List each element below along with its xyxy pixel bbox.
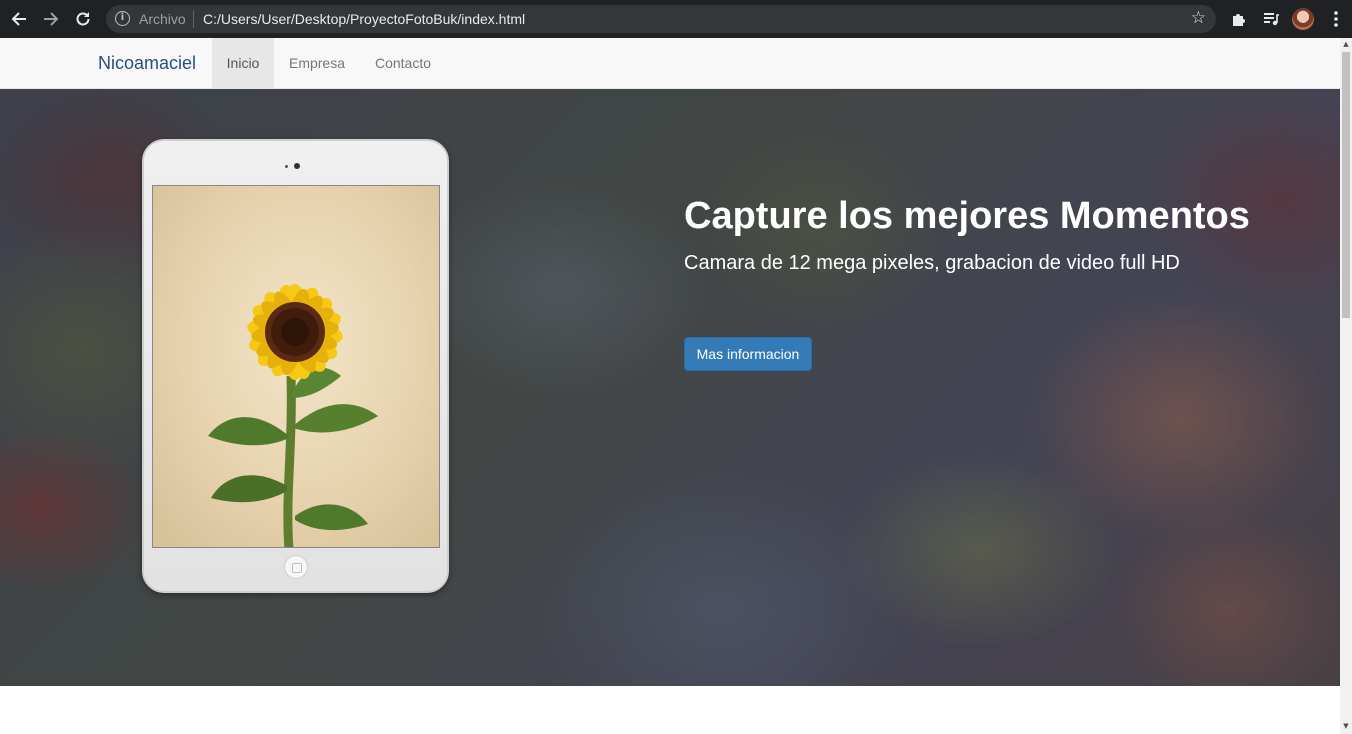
scheme-label: Archivo [139, 11, 186, 27]
url-text[interactable]: C:/Users/User/Desktop/ProyectoFotoBuk/in… [203, 11, 525, 27]
sunflower-illustration [208, 284, 378, 547]
hero-banner: Capture los mejores Momentos Camara de 1… [0, 89, 1340, 686]
puzzle-icon[interactable] [1227, 7, 1251, 31]
back-icon[interactable] [7, 7, 31, 31]
nav-item-inicio[interactable]: Inicio [212, 38, 274, 88]
nav-item-empresa[interactable]: Empresa [274, 38, 360, 88]
tablet-sensor [285, 165, 288, 168]
tablet-camera [294, 163, 300, 169]
star-icon[interactable]: ☆ [1191, 8, 1206, 28]
scroll-up-icon[interactable]: ▲ [1342, 40, 1350, 48]
page-viewport: Nicoamaciel Inicio Empresa Contacto Capt… [0, 38, 1340, 734]
nav-item-contacto[interactable]: Contacto [360, 38, 446, 88]
scroll-thumb[interactable] [1342, 52, 1350, 318]
omnibox-divider [193, 10, 194, 28]
more-info-button[interactable]: Mas informacion [684, 337, 812, 371]
hero-subtitle: Camara de 12 mega pixeles, grabacion de … [684, 252, 1180, 274]
scroll-down-icon[interactable]: ▼ [1342, 722, 1350, 730]
browser-toolbar: i Archivo C:/Users/User/Desktop/Proyecto… [0, 0, 1352, 38]
tablet-home-button [284, 555, 308, 579]
page-scrollbar[interactable]: ▲ ▼ [1340, 38, 1352, 734]
info-icon[interactable]: i [115, 11, 130, 26]
forward-icon[interactable] [39, 7, 63, 31]
navbar: Nicoamaciel Inicio Empresa Contacto [0, 38, 1340, 89]
tablet-image [142, 139, 449, 593]
profile-avatar[interactable] [1292, 8, 1314, 30]
hero-title: Capture los mejores Momentos [684, 195, 1250, 237]
sunflower-photo [152, 185, 440, 548]
kebab-menu-icon[interactable] [1324, 7, 1348, 31]
address-bar[interactable]: i Archivo C:/Users/User/Desktop/Proyecto… [106, 5, 1216, 33]
playlist-icon[interactable] [1259, 7, 1283, 31]
reload-icon[interactable] [71, 7, 95, 31]
navbar-brand[interactable]: Nicoamaciel [98, 53, 196, 74]
